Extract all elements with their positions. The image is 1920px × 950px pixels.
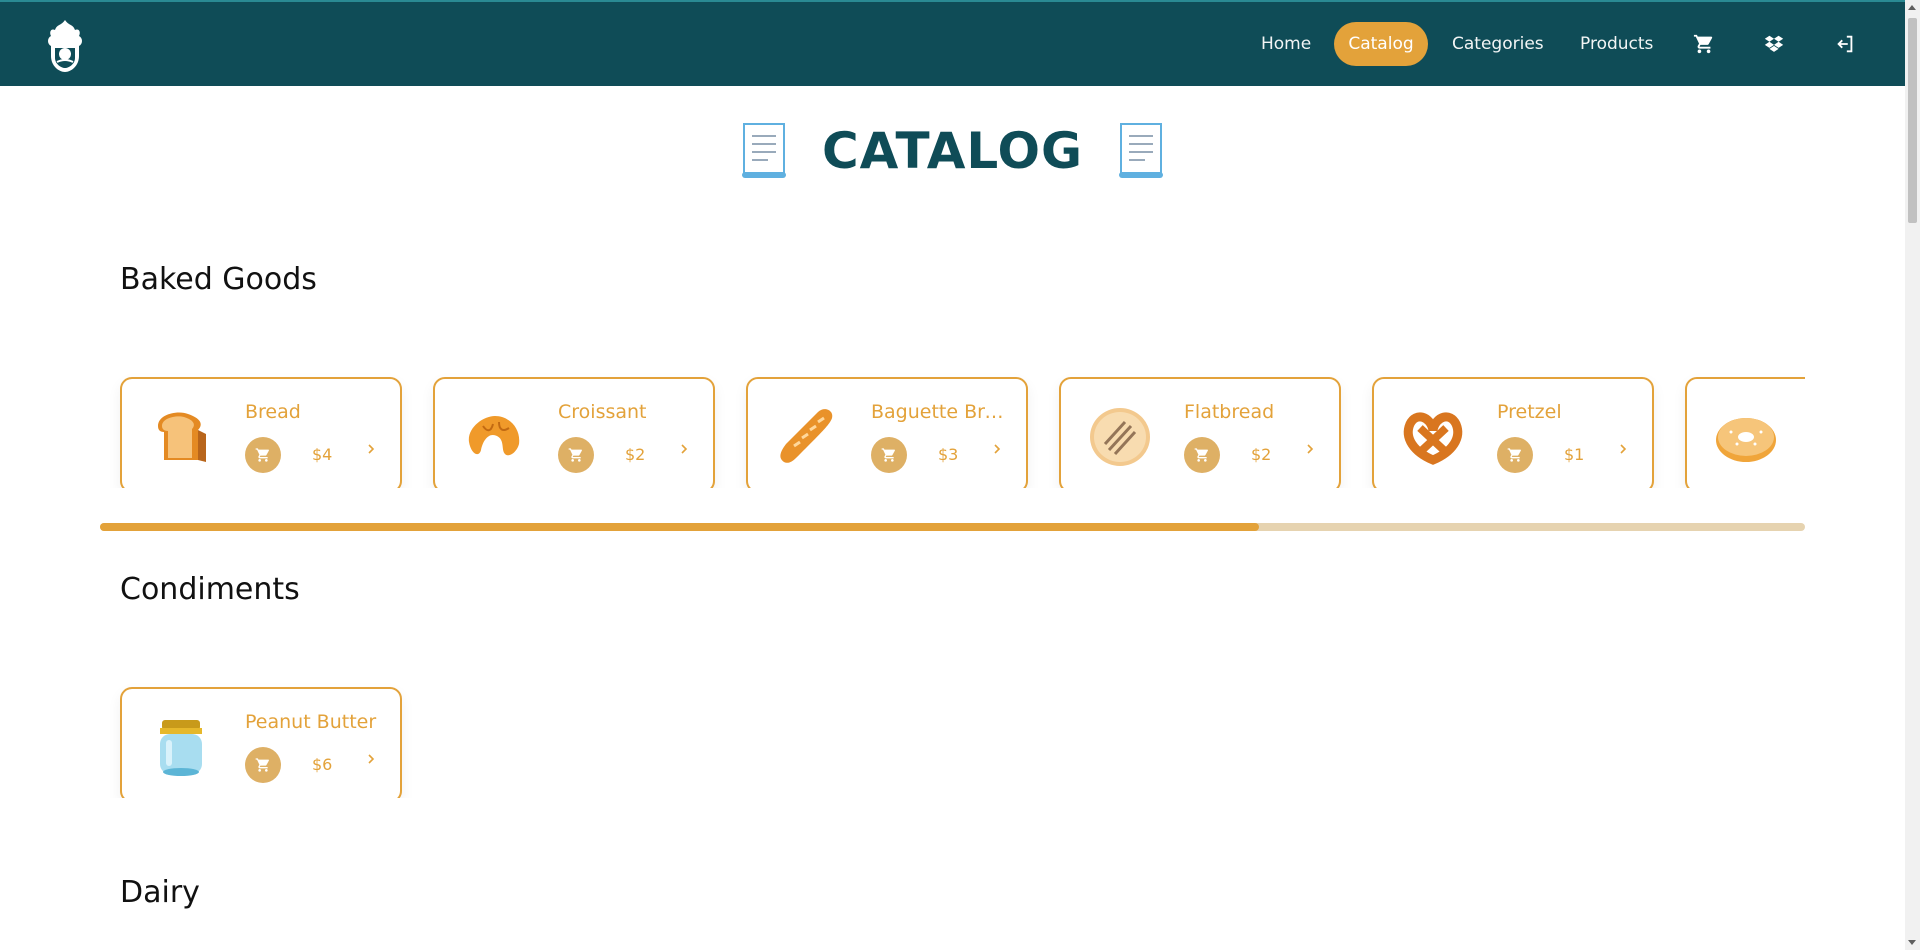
- product-name: Pretzel: [1497, 401, 1562, 423]
- scroll-up-arrow[interactable]: [1908, 5, 1916, 10]
- chevron-right-icon[interactable]: [364, 752, 378, 766]
- product-name: Flatbread: [1184, 401, 1275, 423]
- flatbread-icon: [1090, 408, 1150, 466]
- baked-goods-scrollbar[interactable]: [100, 523, 1805, 531]
- product-price: $2: [625, 445, 646, 464]
- cart-icon: [881, 448, 895, 462]
- product-price: $3: [938, 445, 959, 464]
- nav-item-home[interactable]: Home: [1261, 22, 1311, 66]
- section-title-dairy: Dairy: [120, 875, 200, 910]
- cart-icon: [1507, 448, 1521, 462]
- page-scrollbar[interactable]: [1905, 0, 1920, 950]
- bagel-icon: [1716, 418, 1776, 462]
- baguette-icon: [780, 409, 833, 463]
- scroll-down-arrow[interactable]: [1908, 940, 1916, 945]
- product-price: $4: [312, 445, 333, 464]
- product-card-pretzel[interactable]: Pretzel $1: [1372, 377, 1654, 488]
- cart-icon: [1194, 448, 1208, 462]
- product-card-baguette[interactable]: Baguette Bread $3: [746, 377, 1028, 488]
- jar-icon: [160, 720, 202, 776]
- nav-item-categories[interactable]: Categories: [1452, 22, 1544, 66]
- product-card-bagel[interactable]: [1685, 377, 1805, 488]
- nav-item-products[interactable]: Products: [1580, 22, 1653, 66]
- chevron-right-icon[interactable]: [677, 442, 691, 456]
- product-card-peanut-butter[interactable]: Peanut Butter $6: [120, 687, 402, 798]
- bread-icon: [158, 412, 206, 462]
- product-price: $6: [312, 755, 333, 774]
- product-price: $2: [1251, 445, 1272, 464]
- cart-icon: [255, 758, 269, 772]
- add-to-cart-button[interactable]: [1184, 437, 1220, 473]
- cart-icon[interactable]: [1693, 33, 1715, 55]
- logo-icon[interactable]: [43, 16, 87, 74]
- logout-icon[interactable]: [1834, 33, 1856, 55]
- pretzel-icon: [1403, 412, 1463, 465]
- product-name: Croissant: [558, 401, 647, 423]
- add-to-cart-button[interactable]: [1497, 437, 1533, 473]
- catalog-heading: CATALOG: [821, 121, 1084, 180]
- scroll-icon: [741, 122, 786, 178]
- baked-goods-carousel[interactable]: Bread $4 Croissant $2 Baguette Bread $3: [100, 358, 1805, 488]
- cart-icon: [255, 448, 269, 462]
- scroll-icon: [1119, 122, 1164, 178]
- product-name: Bread: [245, 401, 301, 423]
- add-to-cart-button[interactable]: [245, 747, 281, 783]
- chevron-right-icon[interactable]: [1303, 442, 1317, 456]
- top-navbar: Home Catalog Categories Products: [0, 0, 1905, 86]
- chevron-right-icon[interactable]: [364, 442, 378, 456]
- product-card-flatbread[interactable]: Flatbread $2: [1059, 377, 1341, 488]
- product-card-bread[interactable]: Bread $4: [120, 377, 402, 488]
- scrollbar-thumb[interactable]: [100, 523, 1260, 531]
- chevron-right-icon[interactable]: [990, 442, 1004, 456]
- croissant-icon: [468, 416, 520, 456]
- cart-icon: [568, 448, 582, 462]
- page-title: CATALOG: [0, 118, 1905, 180]
- section-title-baked-goods: Baked Goods: [120, 262, 317, 297]
- chevron-right-icon[interactable]: [1616, 442, 1630, 456]
- add-to-cart-button[interactable]: [871, 437, 907, 473]
- product-price: $1: [1564, 445, 1585, 464]
- condiments-row: Peanut Butter $6: [100, 668, 1805, 798]
- product-name: Baguette Bread: [871, 401, 1011, 423]
- dropbox-icon[interactable]: [1763, 33, 1785, 55]
- product-card-croissant[interactable]: Croissant $2: [433, 377, 715, 488]
- scrollbar-thumb[interactable]: [1908, 18, 1917, 223]
- add-to-cart-button[interactable]: [245, 437, 281, 473]
- add-to-cart-button[interactable]: [558, 437, 594, 473]
- nav-item-catalog[interactable]: Catalog: [1334, 22, 1428, 66]
- section-title-condiments: Condiments: [120, 572, 300, 607]
- product-name: Peanut Butter: [245, 711, 377, 733]
